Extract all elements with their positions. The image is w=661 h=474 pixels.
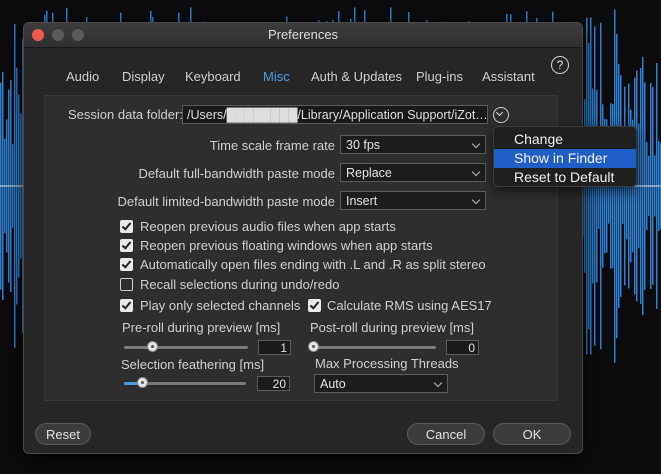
feathering-input[interactable]: 20	[257, 376, 290, 391]
menu-item-reset-to-default[interactable]: Reset to Default	[494, 168, 636, 187]
full-paste-select[interactable]: Replace	[340, 163, 486, 182]
rms-aes17-checkbox[interactable]	[308, 299, 321, 312]
postroll-input[interactable]: 0	[446, 340, 479, 355]
threads-select[interactable]: Auto	[314, 374, 448, 393]
tab-auth-updates[interactable]: Auth & Updates	[311, 69, 402, 84]
rms-aes17-label: Calculate RMS using AES17	[327, 298, 492, 313]
reopen-windows-label: Reopen previous floating windows when ap…	[140, 238, 433, 253]
feathering-slider-handle[interactable]	[137, 377, 148, 388]
tab-keyboard[interactable]: Keyboard	[185, 69, 241, 84]
split-stereo-label: Automatically open files ending with .L …	[140, 257, 486, 272]
postroll-slider-handle[interactable]	[308, 341, 319, 352]
reopen-audio-checkbox[interactable]	[120, 220, 133, 233]
postroll-slider-track[interactable]	[312, 346, 436, 349]
reopen-windows-checkbox[interactable]	[120, 239, 133, 252]
chevron-down-icon	[471, 195, 481, 205]
tab-assistant[interactable]: Assistant	[482, 69, 535, 84]
cancel-button[interactable]: Cancel	[407, 423, 485, 445]
play-selected-label: Play only selected channels	[140, 298, 301, 313]
session-folder-path[interactable]: /Users/████████/Library/Application Supp…	[182, 105, 488, 124]
preroll-slider-track[interactable]	[124, 346, 248, 349]
folder-options-menu: Change Show in Finder Reset to Default	[493, 126, 637, 187]
frame-rate-select[interactable]: 30 fps	[340, 135, 486, 154]
threads-label: Max Processing Threads	[315, 356, 459, 371]
recall-selections-checkbox[interactable]	[120, 278, 133, 291]
title-bar: Preferences	[24, 23, 582, 48]
play-selected-checkbox[interactable]	[120, 299, 133, 312]
help-button[interactable]: ?	[551, 56, 569, 74]
full-paste-value: Replace	[346, 166, 392, 180]
tab-audio[interactable]: Audio	[66, 69, 99, 84]
limited-paste-select[interactable]: Insert	[340, 191, 486, 210]
close-window-button[interactable]	[32, 29, 44, 41]
postroll-label: Post-roll during preview [ms]	[310, 320, 474, 335]
preferences-window: Preferences ? Audio Display Keyboard Mis…	[23, 22, 583, 454]
ok-button[interactable]: OK	[493, 423, 571, 445]
frame-rate-value: 30 fps	[346, 138, 381, 152]
chevron-down-icon	[471, 167, 481, 177]
menu-item-change[interactable]: Change	[494, 130, 636, 149]
limited-paste-label: Default limited-bandwidth paste mode	[117, 194, 335, 209]
limited-paste-value: Insert	[346, 194, 378, 208]
full-paste-label: Default full-bandwidth paste mode	[138, 166, 335, 181]
folder-options-button[interactable]	[493, 107, 509, 123]
tab-display[interactable]: Display	[122, 69, 165, 84]
preroll-slider-handle[interactable]	[147, 341, 158, 352]
frame-rate-label: Time scale frame rate	[209, 138, 335, 153]
preroll-input[interactable]: 1	[258, 340, 291, 355]
tab-misc[interactable]: Misc	[263, 69, 290, 84]
threads-value: Auto	[320, 377, 346, 391]
chevron-down-icon	[433, 378, 443, 388]
session-folder-label: Session data folder:	[68, 107, 183, 122]
chevron-down-icon	[471, 139, 481, 149]
preroll-label: Pre-roll during preview [ms]	[122, 320, 281, 335]
tab-plug-ins[interactable]: Plug-ins	[416, 69, 463, 84]
feathering-label: Selection feathering [ms]	[121, 357, 265, 372]
split-stereo-checkbox[interactable]	[120, 258, 133, 271]
zoom-window-button[interactable]	[72, 29, 84, 41]
recall-selections-label: Recall selections during undo/redo	[140, 277, 340, 292]
window-title: Preferences	[267, 27, 339, 42]
menu-item-show-in-finder[interactable]: Show in Finder	[494, 149, 636, 168]
reopen-audio-label: Reopen previous audio files when app sta…	[140, 219, 396, 234]
help-icon: ?	[556, 58, 564, 72]
minimize-window-button[interactable]	[52, 29, 64, 41]
reset-button[interactable]: Reset	[35, 423, 91, 445]
